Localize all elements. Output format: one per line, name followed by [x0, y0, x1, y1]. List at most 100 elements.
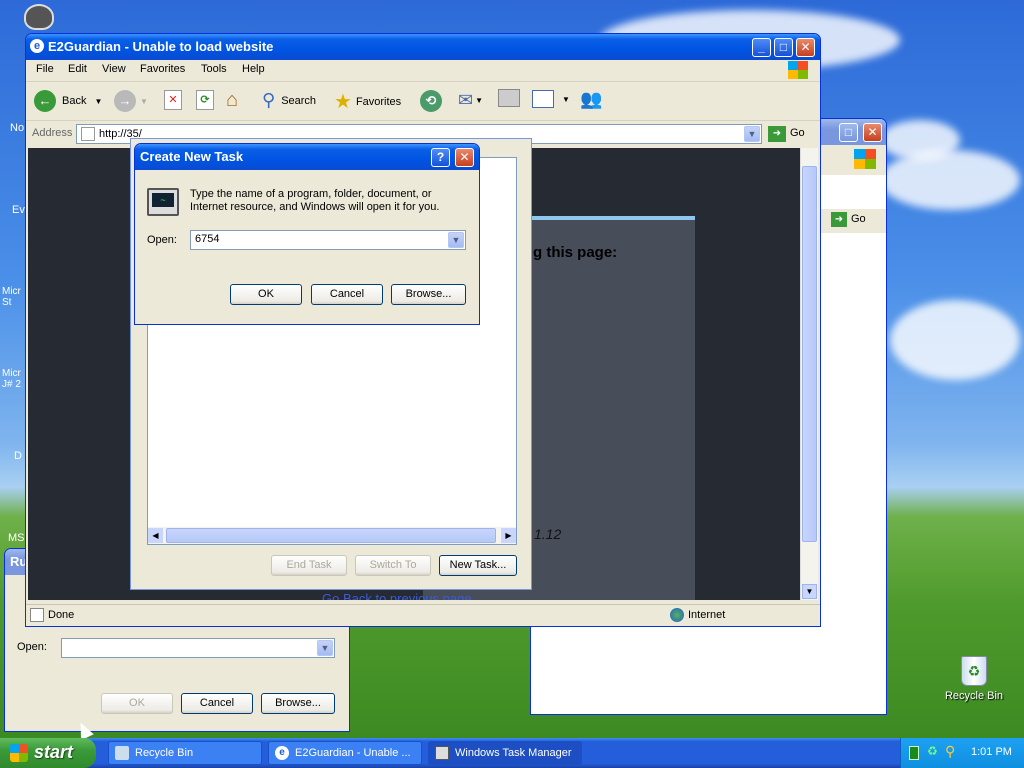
recycle-bin-label: Recycle Bin — [944, 690, 1004, 702]
close-button[interactable]: ✕ — [863, 123, 882, 142]
scroll-down-icon[interactable]: ▼ — [802, 584, 817, 599]
chevron-down-icon[interactable]: ▼ — [744, 126, 760, 142]
create-task-titlebar[interactable]: Create New Task — [135, 144, 479, 170]
back-arrow-icon: ← — [34, 90, 56, 112]
stop-button[interactable]: ✕ — [164, 90, 182, 110]
desktop-icon-label[interactable]: Ev — [12, 204, 25, 216]
taskbar-recycle-bin[interactable]: Recycle Bin — [108, 741, 262, 765]
home-button[interactable]: ⌂ — [226, 89, 238, 112]
windows-flag-icon — [854, 149, 876, 169]
edit-button[interactable]: ▼ — [532, 90, 570, 108]
end-task-button[interactable]: End Task — [271, 555, 347, 576]
chevron-down-icon[interactable]: ▼ — [448, 232, 464, 248]
favorites-star-icon: ★ — [334, 91, 352, 113]
edit-icon — [532, 90, 554, 108]
minimize-button[interactable]: _ — [752, 38, 771, 57]
help-button[interactable]: ? — [431, 148, 450, 167]
open-input[interactable]: 6754 ▼ — [190, 230, 466, 250]
ok-button[interactable]: OK — [230, 284, 302, 305]
forward-button[interactable]: → ▼ — [114, 90, 148, 112]
run-open-label: Open: — [17, 641, 47, 653]
forward-arrow-icon: → — [114, 90, 136, 112]
switch-to-button[interactable]: Switch To — [355, 555, 431, 576]
task-manager-tray-icon[interactable] — [909, 746, 919, 760]
browser-titlebar[interactable]: e E2Guardian - Unable to load website — [26, 34, 820, 60]
desktop-icon-label[interactable]: Micr St — [2, 286, 24, 308]
standard-toolbar: ← Back ▼ → ▼ ✕ ⟳ ⌂ ⚲ Search ★ Favorites ⟲ ✉ ▼ … — [26, 83, 820, 121]
maximize-button[interactable]: □ — [774, 38, 793, 57]
chevron-down-icon[interactable]: ▼ — [475, 96, 483, 105]
close-button[interactable]: ✕ — [455, 148, 474, 167]
desktop-icon-label[interactable]: MS — [8, 532, 25, 544]
create-task-title: Create New Task — [140, 149, 244, 164]
scroll-left-icon[interactable]: ◀ — [148, 528, 163, 543]
taskbar: start Recycle Bin e E2Guardian - Unable … — [0, 738, 1024, 768]
menu-edit[interactable]: Edit — [68, 63, 87, 75]
vertical-scrollbar[interactable]: ▼ — [800, 148, 818, 600]
menu-favorites[interactable]: Favorites — [140, 63, 185, 75]
history-button[interactable]: ⟲ — [420, 90, 442, 112]
cancel-button[interactable]: Cancel — [311, 284, 383, 305]
chevron-down-icon[interactable]: ▼ — [94, 97, 102, 106]
go-back-link[interactable]: Go Back to previous page — [322, 591, 472, 600]
run-browse-button[interactable]: Browse... — [261, 693, 335, 714]
new-task-button[interactable]: New Task... — [439, 555, 517, 576]
scroll-thumb[interactable] — [802, 166, 817, 542]
search-icon: ⚲ — [262, 90, 276, 110]
browser-title: E2Guardian - Unable to load website — [48, 39, 274, 54]
windows-flag-icon — [10, 744, 28, 762]
horizontal-scrollbar[interactable]: ◀ ▶ — [148, 527, 516, 544]
page-heading: g this page: — [533, 244, 618, 261]
close-button[interactable]: ✕ — [796, 38, 815, 57]
desktop-icon-label[interactable]: D — [14, 450, 22, 462]
raccoon-icon[interactable] — [24, 4, 54, 30]
desktop-icon-label[interactable]: No — [10, 122, 24, 134]
network-icon[interactable]: ♻ — [927, 744, 938, 758]
menu-file[interactable]: File — [36, 63, 54, 75]
menu-tools[interactable]: Tools — [201, 63, 227, 75]
run-open-input[interactable]: ▼ — [61, 638, 335, 658]
search-icon[interactable]: ⚲ — [945, 743, 955, 760]
desktop-icon-label[interactable]: Micr J# 2 — [2, 368, 24, 390]
scroll-right-icon[interactable]: ▶ — [501, 528, 516, 543]
browse-button[interactable]: Browse... — [391, 284, 466, 305]
recycle-bin-icon — [115, 746, 129, 760]
search-button[interactable]: ⚲ Search — [262, 90, 316, 111]
chevron-down-icon[interactable]: ▼ — [140, 97, 148, 106]
go-button[interactable]: ➜ Go — [768, 126, 805, 142]
status-text: Done — [48, 609, 75, 621]
run-ok-button[interactable]: OK — [101, 693, 173, 714]
mail-button[interactable]: ✉ ▼ — [458, 90, 483, 111]
page-done-icon — [30, 608, 44, 622]
recycle-bin-icon: ♻ — [961, 656, 987, 686]
scroll-thumb[interactable] — [166, 528, 496, 543]
start-button[interactable]: start — [0, 738, 96, 768]
computer-icon: ~ — [147, 188, 179, 216]
menu-view[interactable]: View — [102, 63, 126, 75]
status-bar: Done Internet — [26, 604, 820, 626]
go-button[interactable]: ➜ Go — [831, 212, 866, 227]
go-arrow-icon: ➜ — [831, 212, 847, 227]
address-label: Address — [32, 127, 73, 139]
open-label: Open: — [147, 234, 177, 246]
print-button[interactable] — [498, 89, 520, 107]
messenger-button[interactable]: 👥 — [580, 89, 602, 110]
run-cancel-button[interactable]: Cancel — [181, 693, 253, 714]
taskbar-task-manager[interactable]: Windows Task Manager — [428, 741, 582, 765]
menu-help[interactable]: Help — [242, 63, 265, 75]
maximize-button[interactable]: □ — [839, 123, 858, 142]
taskbar-e2guardian[interactable]: e E2Guardian - Unable ... — [268, 741, 422, 765]
history-icon: ⟲ — [420, 90, 442, 112]
refresh-button[interactable]: ⟳ — [196, 90, 214, 110]
clock: 1:01 PM — [971, 746, 1012, 758]
chevron-down-icon[interactable]: ▼ — [317, 640, 333, 656]
chevron-down-icon[interactable]: ▼ — [562, 95, 570, 104]
back-button[interactable]: ← Back ▼ — [34, 90, 102, 112]
create-new-task-dialog[interactable]: Create New Task ? ✕ ~ Type the name of a… — [134, 143, 480, 325]
status-zone: Internet — [688, 609, 726, 621]
refresh-icon: ⟳ — [196, 90, 214, 110]
recycle-bin[interactable]: ♻ Recycle Bin — [942, 656, 1006, 708]
page-version: 1.12 — [534, 526, 562, 542]
favorites-button[interactable]: ★ Favorites — [334, 89, 401, 114]
ie-icon: e — [30, 39, 44, 53]
